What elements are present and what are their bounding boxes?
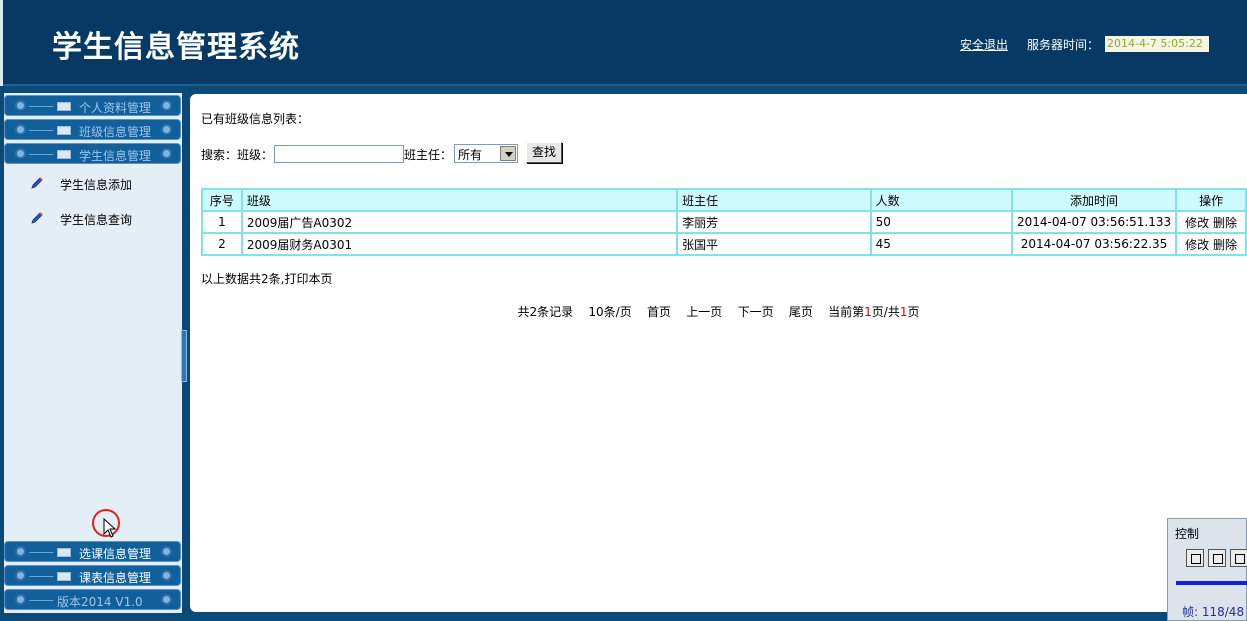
pager-suffix: 页 — [907, 305, 920, 319]
pager-prev[interactable]: 上一页 — [686, 305, 722, 319]
cell-count: 50 — [869, 210, 1013, 234]
delete-link[interactable]: 删除 — [1213, 238, 1237, 252]
menu-label: 学生信息管理 — [79, 149, 152, 163]
dropdown-arrow-icon[interactable] — [500, 146, 516, 161]
menu-label: 个人资料管理 — [79, 101, 152, 115]
control-panel: 控制 帧: 118/48 — [1167, 518, 1247, 621]
logout-link[interactable]: 安全退出 — [960, 36, 1008, 53]
main-content: 已有班级信息列表： 搜索：班级： 班主任： 所有 查找 序号 班级 班主任 人数… — [190, 94, 1247, 612]
edit-link[interactable]: 修改 — [1185, 216, 1209, 230]
search-label: 搜索： — [201, 148, 238, 162]
menu-personal-info[interactable]: 个人资料管理 — [4, 95, 181, 116]
menu-label: 班级信息管理 — [79, 125, 152, 139]
teacher-select[interactable]: 所有 — [454, 144, 518, 163]
mail-icon — [57, 126, 71, 135]
pager-mid: 页/共 — [871, 305, 900, 319]
cell-index: 1 — [201, 210, 243, 234]
menu-label: 课表信息管理 — [79, 571, 152, 585]
bullet-icon — [15, 124, 26, 135]
sidebar — [4, 93, 182, 613]
header-left-edge — [0, 0, 3, 86]
bullet-icon — [161, 124, 172, 135]
cell-actions: 修改 删除 — [1175, 232, 1247, 256]
column-header: 序号 — [201, 188, 243, 212]
version-bar: 版本2014 V1.0 — [4, 589, 181, 610]
mail-icon — [57, 102, 71, 111]
bullet-icon — [161, 594, 172, 605]
list-title: 已有班级信息列表： — [201, 112, 310, 126]
column-header: 人数 — [869, 188, 1013, 212]
column-header: 班级 — [240, 188, 679, 212]
mail-icon — [57, 548, 71, 557]
pager-per-page: 10条/页 — [588, 305, 632, 319]
table-row: 1 2009届广告A0302 李丽芳 50 2014-04-07 03:56:5… — [201, 210, 1247, 234]
column-header: 班主任 — [676, 188, 872, 212]
menu-course-selection[interactable]: 选课信息管理 — [4, 541, 181, 562]
pager-total: 共2条记录 — [517, 305, 574, 319]
bullet-icon — [15, 546, 26, 557]
mail-icon — [57, 150, 71, 159]
find-button[interactable]: 查找 — [526, 142, 562, 163]
pager-current-page: 1 — [864, 305, 872, 319]
server-time-label: 服务器时间： — [1027, 38, 1100, 52]
bullet-icon — [15, 100, 26, 111]
stop-button[interactable] — [1208, 549, 1226, 567]
pencil-icon — [31, 177, 43, 189]
cell-teacher: 李丽芳 — [676, 210, 872, 234]
bullet-icon — [161, 148, 172, 159]
app-title: 学生信息管理系统 — [52, 30, 300, 65]
table-row: 2 2009届财务A0301 张国平 45 2014-04-07 03:56:2… — [201, 232, 1247, 256]
progress-bar[interactable] — [1176, 581, 1247, 585]
cell-class: 2009届广告A0302 — [240, 210, 679, 234]
pagination: 共2条记录 10条/页 首页 上一页 下一页 尾页 当前第1页/共1页 — [190, 303, 1247, 320]
class-label: 班级： — [237, 148, 274, 162]
edit-link[interactable]: 修改 — [1185, 238, 1209, 252]
server-time-value: 2014-4-7 5:05:22 — [1105, 36, 1209, 52]
cell-index: 2 — [201, 232, 243, 256]
column-header: 添加时间 — [1010, 188, 1178, 212]
bullet-icon — [15, 148, 26, 159]
bullet-icon — [15, 570, 26, 581]
header: 学生信息管理系统 安全退出 服务器时间： 2014-4-7 5:05:22 — [0, 0, 1247, 86]
menu-student-info[interactable]: 学生信息管理 — [4, 143, 181, 164]
pencil-icon — [31, 212, 43, 224]
pager-next[interactable]: 下一页 — [738, 305, 774, 319]
menu-label: 选课信息管理 — [79, 547, 152, 561]
menu-class-info[interactable]: 班级信息管理 — [4, 119, 181, 140]
mouse-pointer-icon — [103, 518, 117, 538]
delete-link[interactable]: 删除 — [1213, 216, 1237, 230]
cell-teacher: 张国平 — [676, 232, 872, 256]
cursor-highlight — [92, 509, 120, 538]
cell-added-time: 2014-04-07 03:56:22.35 — [1010, 232, 1178, 256]
teacher-label: 班主任： — [404, 148, 453, 162]
mail-icon — [57, 572, 71, 581]
sidebar-item-label: 学生信息添加 — [60, 178, 133, 192]
pager-current-prefix: 当前第 — [828, 305, 865, 319]
table-header-row: 序号 班级 班主任 人数 添加时间 操作 — [201, 188, 1247, 212]
control-panel-title: 控制 — [1175, 527, 1200, 541]
column-header: 操作 — [1175, 188, 1247, 212]
frame-counter: 帧: 118/48 — [1182, 605, 1245, 619]
pager-last[interactable]: 尾页 — [789, 305, 813, 319]
pager-first[interactable]: 首页 — [647, 305, 671, 319]
bullet-icon — [161, 570, 172, 581]
class-table: 序号 班级 班主任 人数 添加时间 操作 1 2009届广告A0302 李丽芳 … — [201, 188, 1247, 256]
bullet-icon — [161, 546, 172, 557]
cell-count: 45 — [869, 232, 1013, 256]
cell-class: 2009届财务A0301 — [240, 232, 679, 256]
sidebar-splitter[interactable] — [181, 330, 187, 382]
teacher-select-value: 所有 — [458, 148, 483, 162]
cell-added-time: 2014-04-07 03:56:51.133 — [1010, 210, 1178, 234]
class-search-input[interactable] — [274, 145, 404, 163]
bullet-icon — [15, 594, 26, 605]
table-summary: 以上数据共2条,打印本页 — [201, 272, 333, 286]
menu-timetable[interactable]: 课表信息管理 — [4, 565, 181, 586]
version-label: 版本2014 V1.0 — [57, 595, 143, 609]
step-button[interactable] — [1230, 549, 1247, 567]
search-bar: 搜索：班级： 班主任： 所有 查找 — [201, 142, 562, 163]
sidebar-item-label: 学生信息查询 — [60, 213, 133, 227]
cell-actions: 修改 删除 — [1175, 210, 1247, 234]
bullet-icon — [161, 100, 172, 111]
play-button[interactable] — [1186, 549, 1204, 567]
